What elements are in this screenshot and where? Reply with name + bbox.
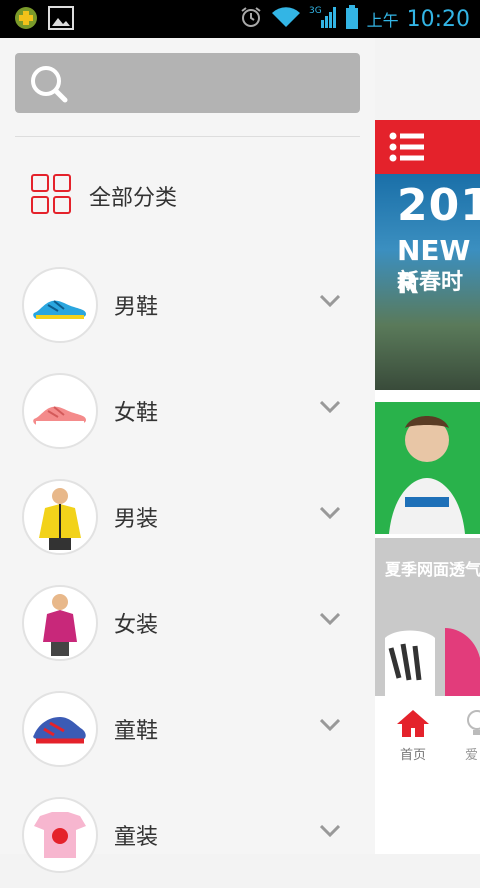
bulb-icon xyxy=(467,710,480,735)
category-drawer: 全部分类 男鞋 女鞋 男装 女装 童鞋 童装 xyxy=(0,38,375,873)
category-item-kids-shoes[interactable]: 童鞋 xyxy=(22,676,352,782)
search-bar[interactable] xyxy=(15,53,360,113)
chevron-down-icon[interactable] xyxy=(319,610,341,629)
category-list: 男鞋 女鞋 男装 女装 童鞋 童装 xyxy=(22,252,352,888)
category-item-kids-clothing[interactable]: 童装 xyxy=(22,782,352,888)
category-item-womens-clothing[interactable]: 女装 xyxy=(22,570,352,676)
chevron-down-icon[interactable] xyxy=(319,716,341,735)
banner-subtitle-text: 新春时 xyxy=(397,270,464,295)
category-label: 男装 xyxy=(114,507,159,532)
nav-favorites-label: 爱 xyxy=(465,748,479,763)
home-icon xyxy=(397,710,429,737)
chevron-down-icon[interactable] xyxy=(319,822,341,841)
mens-jacket-icon xyxy=(22,479,98,555)
category-label: 童鞋 xyxy=(114,719,159,744)
app-notification-icon xyxy=(14,6,38,34)
status-ampm: 上午 xyxy=(366,11,399,30)
bottom-nav: 首页 爱 xyxy=(375,696,480,766)
womens-shoe-icon xyxy=(22,373,98,449)
menu-icon[interactable] xyxy=(389,132,425,166)
top-bar xyxy=(375,120,480,174)
category-label: 男鞋 xyxy=(114,295,159,320)
model-photo-icon xyxy=(389,416,465,534)
network-type-label: 3G xyxy=(309,6,322,16)
all-categories-item[interactable]: 全部分类 xyxy=(30,174,360,218)
main-content: 2015 NEW R 新春时 夏季网面透气女 首页 xyxy=(375,120,480,854)
category-label: 童装 xyxy=(114,825,159,850)
category-label: 女鞋 xyxy=(114,401,159,426)
banner-year-text: 2015 xyxy=(397,180,480,231)
banner-summer-title: 夏季网面透气女 xyxy=(385,560,480,579)
promo-banner-summer[interactable]: 夏季网面透气女 xyxy=(375,538,480,696)
chevron-down-icon[interactable] xyxy=(319,504,341,523)
all-categories-label: 全部分类 xyxy=(89,186,178,211)
chevron-down-icon[interactable] xyxy=(319,292,341,311)
signal-icon: 3G xyxy=(309,4,337,34)
nav-home-label: 首页 xyxy=(399,748,426,763)
nav-favorites[interactable]: 爱 xyxy=(465,708,480,763)
promo-banner-model[interactable] xyxy=(375,402,480,534)
search-icon[interactable] xyxy=(29,64,69,108)
status-time: 10:20 xyxy=(406,6,470,32)
status-bar: 3G 上午 10:20 xyxy=(0,0,480,38)
nav-home[interactable]: 首页 xyxy=(395,708,431,763)
chevron-down-icon[interactable] xyxy=(319,398,341,417)
category-label: 女装 xyxy=(114,613,159,638)
womens-top-icon xyxy=(22,585,98,661)
image-notification-icon xyxy=(48,6,74,34)
category-item-mens-clothing[interactable]: 男装 xyxy=(22,464,352,570)
category-item-mens-shoes[interactable]: 男鞋 xyxy=(22,252,352,358)
promo-banner-new-year[interactable]: 2015 NEW R 新春时 xyxy=(375,174,480,390)
battery-icon xyxy=(345,5,359,33)
alarm-icon xyxy=(239,5,263,33)
kids-shoe-icon xyxy=(22,691,98,767)
category-item-womens-shoes[interactable]: 女鞋 xyxy=(22,358,352,464)
mens-shoe-icon xyxy=(22,267,98,343)
grid-icon xyxy=(30,173,72,219)
divider xyxy=(15,136,360,137)
kids-clothes-icon xyxy=(22,797,98,873)
wifi-icon xyxy=(271,5,301,33)
